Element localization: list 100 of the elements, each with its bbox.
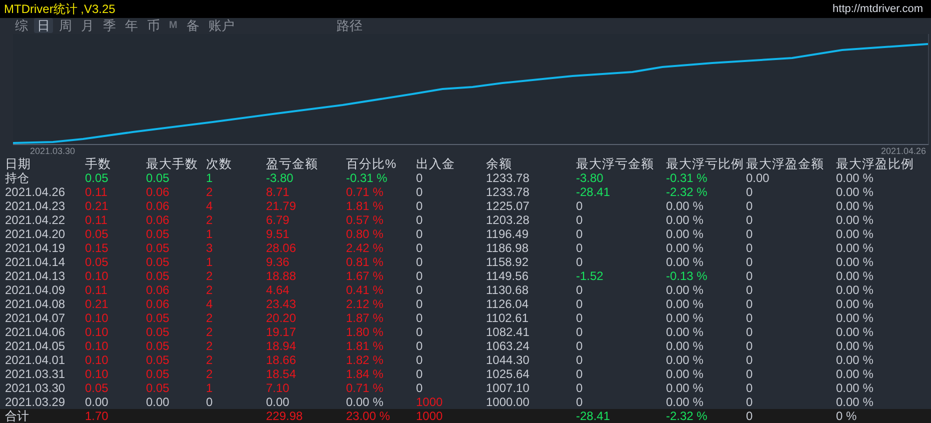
table-cell-text: 0.00 %: [666, 353, 704, 367]
table-cell-text: 0.00 %: [836, 171, 874, 185]
table-cell-text: 0: [746, 185, 754, 199]
table-cell-text: 0: [576, 227, 584, 241]
table-cell-text: 0.00 %: [836, 241, 874, 255]
period-tab[interactable]: 备: [183, 18, 202, 33]
period-tab[interactable]: 月: [78, 18, 97, 33]
table-cell-text: 0.05: [146, 241, 170, 255]
table-cell-text: 0: [576, 339, 584, 353]
table-cell-text: 2021.04.19: [5, 241, 66, 255]
table-cell-text: 1102.61: [486, 311, 530, 325]
period-tab[interactable]: 周: [56, 18, 75, 33]
column-header: 最大手数: [146, 157, 199, 171]
table-cell-text: 0.00 %: [836, 381, 874, 395]
table-cell-text: 0: [746, 395, 754, 409]
table-cell-text: 0.05: [146, 353, 170, 367]
table-cell-text: 0: [746, 339, 754, 353]
column-header: 手数: [85, 157, 112, 171]
table-cell-text: 0.00 %: [666, 381, 704, 395]
table-cell-text: 0: [416, 185, 424, 199]
path-tab[interactable]: 路径: [333, 18, 366, 33]
table-cell-text: 2: [206, 325, 214, 339]
table-cell-text: 4.64: [266, 283, 290, 297]
table-cell-text: -3.80: [266, 171, 294, 185]
table-cell-text: 1149.56: [486, 269, 530, 283]
table-cell-text: 0.00 %: [836, 269, 874, 283]
table-cell-text: 2: [206, 213, 214, 227]
table-cell-text: 1000.00: [486, 395, 530, 409]
table-cell-text: 0: [746, 199, 754, 213]
period-tab[interactable]: M: [166, 18, 180, 33]
table-cell-text: 0: [206, 395, 214, 409]
table-cell-text: 2021.04.06: [5, 325, 66, 339]
table-cell-text: 1000: [416, 395, 444, 409]
table-cell-text: 0.21: [85, 297, 110, 311]
table-cell-text: 0: [746, 283, 754, 297]
table-cell-text: 0: [416, 171, 424, 185]
table-cell-text: 0.05: [85, 227, 110, 241]
table-cell-text: 0: [576, 367, 584, 381]
table-cell-text: 0.00 %: [836, 395, 874, 409]
table-cell-text: 0.00 %: [666, 297, 704, 311]
table-cell-text: 20.20: [266, 311, 298, 325]
table-cell-text: 1: [206, 227, 214, 241]
table-cell-text: 1044.30: [486, 353, 530, 367]
table-cell-text: 0: [746, 381, 754, 395]
table-cell-text: 0.05: [146, 311, 170, 325]
table-cell-text: 0: [576, 199, 584, 213]
table-cell-text: 2021.03.30: [5, 381, 66, 395]
table-cell-text: -2.32 %: [666, 185, 708, 199]
table-cell-text: 2021.03.29: [5, 395, 66, 409]
table-cell-text: -0.13 %: [666, 269, 708, 283]
table-cell-text: 0.00 %: [836, 255, 874, 269]
period-tab[interactable]: 币: [144, 18, 163, 33]
table-cell-text: 0.00 %: [836, 297, 874, 311]
window-title: MTDriver统计 ,V3.25: [4, 0, 116, 18]
period-tab[interactable]: 账户: [205, 18, 238, 33]
table-cell-text: 0.10: [85, 269, 110, 283]
table-cell-text: 2: [206, 283, 214, 297]
table-cell-text: 0.00 %: [666, 367, 704, 381]
column-header: 出入金: [416, 157, 456, 171]
table-cell-text: 0.05: [146, 171, 170, 185]
column-header: 余额: [486, 157, 513, 171]
table-cell-text: 1.80 %: [346, 325, 384, 339]
table-cell-text: 0.00: [85, 395, 110, 409]
column-header: 百分比%: [346, 157, 398, 171]
table-cell-text: 0: [416, 255, 424, 269]
period-tab[interactable]: 综: [12, 18, 31, 33]
table-cell-text: 0.05: [85, 255, 110, 269]
table-cell-text: 2021.04.07: [5, 311, 66, 325]
table-cell-text: 0.05: [146, 339, 170, 353]
table-cell-text: 6.79: [266, 213, 290, 227]
table-cell-text: 1.70: [85, 409, 110, 423]
period-tab[interactable]: 日: [34, 18, 53, 33]
table-cell-text: 0.00: [146, 395, 170, 409]
column-header: 次数: [206, 157, 233, 171]
table-cell-text: 0: [746, 241, 754, 255]
table-cell-text: 0.05: [146, 227, 170, 241]
table-cell-text: 持仓: [5, 171, 30, 185]
table-cell-text: 18.54: [266, 367, 298, 381]
period-tab[interactable]: 季: [100, 18, 119, 33]
table-cell-text: 0: [576, 311, 584, 325]
website-link[interactable]: http://mtdriver.com: [832, 3, 923, 15]
table-cell-text: 1007.10: [486, 381, 530, 395]
table-cell-text: 0.05: [85, 171, 110, 185]
table-cell-text: 19.17: [266, 325, 298, 339]
table-cell-text: 0: [576, 297, 584, 311]
table-cell-text: 1126.04: [486, 297, 530, 311]
table-cell-text: 0: [416, 241, 424, 255]
table-cell-text: 2: [206, 353, 214, 367]
table-cell-text: 1000: [416, 409, 444, 423]
table-cell-text: 1: [206, 255, 214, 269]
column-header: 盈亏金额: [266, 157, 319, 171]
table-cell-text: 0.00 %: [836, 283, 874, 297]
table-cell-text: 0.00 %: [836, 213, 874, 227]
table-cell-text: 0.10: [85, 353, 110, 367]
table-cell-text: 0.15: [85, 241, 110, 255]
table-cell-text: 0.71 %: [346, 381, 384, 395]
period-tab[interactable]: 年: [122, 18, 141, 33]
table-cell-text: 0.00 %: [836, 199, 874, 213]
table-cell-text: 1.87 %: [346, 311, 384, 325]
table-cell-text: 18.94: [266, 339, 298, 353]
